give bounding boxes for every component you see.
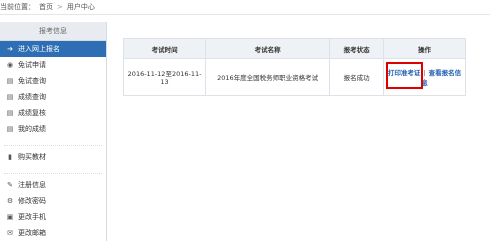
breadcrumb: 当前位置： 首页 > 用户中心 xyxy=(0,0,490,15)
sidebar-item-registration-info[interactable]: ✎ 注册信息 xyxy=(0,177,106,193)
highlight-box xyxy=(386,62,424,89)
sidebar-item-my-scores[interactable]: ▤ 我的成绩 xyxy=(0,121,106,137)
column-header-status: 报考状态 xyxy=(329,38,385,59)
table-row: 2016-11-12至2016-11-13 2016年度全国税务师职业资格考试 … xyxy=(122,58,466,96)
sidebar-item-label: 成绩复核 xyxy=(18,109,46,117)
gear-icon: ⚙ xyxy=(6,197,14,205)
column-header-name: 考试名称 xyxy=(205,38,331,59)
breadcrumb-current: 用户中心 xyxy=(66,3,95,11)
breadcrumb-separator: > xyxy=(57,3,63,11)
breadcrumb-label: 当前位置： xyxy=(0,3,35,11)
book-icon: ▮ xyxy=(8,153,12,161)
mail-icon: ✉ xyxy=(7,229,13,237)
sidebar-item-label: 购买教材 xyxy=(18,153,46,161)
cell-exam-time: 2016-11-12至2016-11-13 xyxy=(122,58,207,96)
sidebar-item-label: 注册信息 xyxy=(18,181,46,189)
arrow-right-icon: ➔ xyxy=(7,45,13,53)
action-separator: | xyxy=(423,69,426,77)
sidebar-item-label: 更改邮箱 xyxy=(18,229,46,237)
sidebar-item-score-query[interactable]: ▤ 成绩查询 xyxy=(0,89,106,105)
sidebar-item-label: 我的成绩 xyxy=(18,125,46,133)
sidebar-item-change-email[interactable]: ✉ 更改邮箱 xyxy=(0,225,106,241)
sidebar-item-label: 免试申请 xyxy=(18,61,46,69)
view-registration-info-link[interactable]: 查看报名信息 xyxy=(421,69,461,87)
sidebar-item-exemption-query[interactable]: ▤ 免试查询 xyxy=(0,73,106,89)
sidebar-item-change-phone[interactable]: ▣ 更改手机 xyxy=(0,209,106,225)
sidebar: 报考信息 ➔ 进入网上报名 ◉ 免试申请 ▤ 免试查询 ▤ 成绩查询 ▤ 成绩复… xyxy=(0,22,107,241)
document-icon: ▤ xyxy=(6,77,14,85)
document-icon: ▤ xyxy=(6,125,14,133)
sidebar-divider xyxy=(4,137,102,146)
cell-actions: 打印准考证 | 查看报名信息 xyxy=(383,58,466,96)
sidebar-item-label: 成绩查询 xyxy=(18,93,46,101)
circle-icon: ◉ xyxy=(6,61,14,69)
breadcrumb-home[interactable]: 首页 xyxy=(39,3,53,11)
sidebar-item-exemption-apply[interactable]: ◉ 免试申请 xyxy=(0,57,106,73)
registration-table: 考试时间 考试名称 报考状态 操作 2016-11-12至2016-11-13 … xyxy=(122,38,466,96)
sidebar-item-score-review[interactable]: ▤ 成绩复核 xyxy=(0,105,106,121)
sidebar-item-buy-books[interactable]: ▮ 购买教材 xyxy=(0,149,106,165)
lock-icon: ▣ xyxy=(6,213,14,221)
sidebar-item-label: 进入网上报名 xyxy=(18,45,60,53)
sidebar-item-label: 免试查询 xyxy=(18,77,46,85)
registration-table-panel: 考试时间 考试名称 报考状态 操作 2016-11-12至2016-11-13 … xyxy=(122,38,466,96)
sidebar-item-online-registration[interactable]: ➔ 进入网上报名 xyxy=(0,41,106,57)
wrench-icon: ✎ xyxy=(7,181,13,189)
cell-status: 报名成功 xyxy=(329,58,385,96)
document-icon: ▤ xyxy=(6,93,14,101)
sidebar-item-label: 更改手机 xyxy=(18,213,46,221)
column-header-action: 操作 xyxy=(383,38,466,59)
column-header-time: 考试时间 xyxy=(122,38,207,59)
sidebar-item-change-password[interactable]: ⚙ 修改密码 xyxy=(0,193,106,209)
sidebar-header: 报考信息 xyxy=(0,22,106,41)
sidebar-item-label: 修改密码 xyxy=(18,197,46,205)
cell-exam-name: 2016年度全国税务师职业资格考试 xyxy=(205,58,331,96)
table-header-row: 考试时间 考试名称 报考状态 操作 xyxy=(122,38,466,59)
sidebar-divider xyxy=(4,165,102,174)
document-icon: ▤ xyxy=(6,109,14,117)
